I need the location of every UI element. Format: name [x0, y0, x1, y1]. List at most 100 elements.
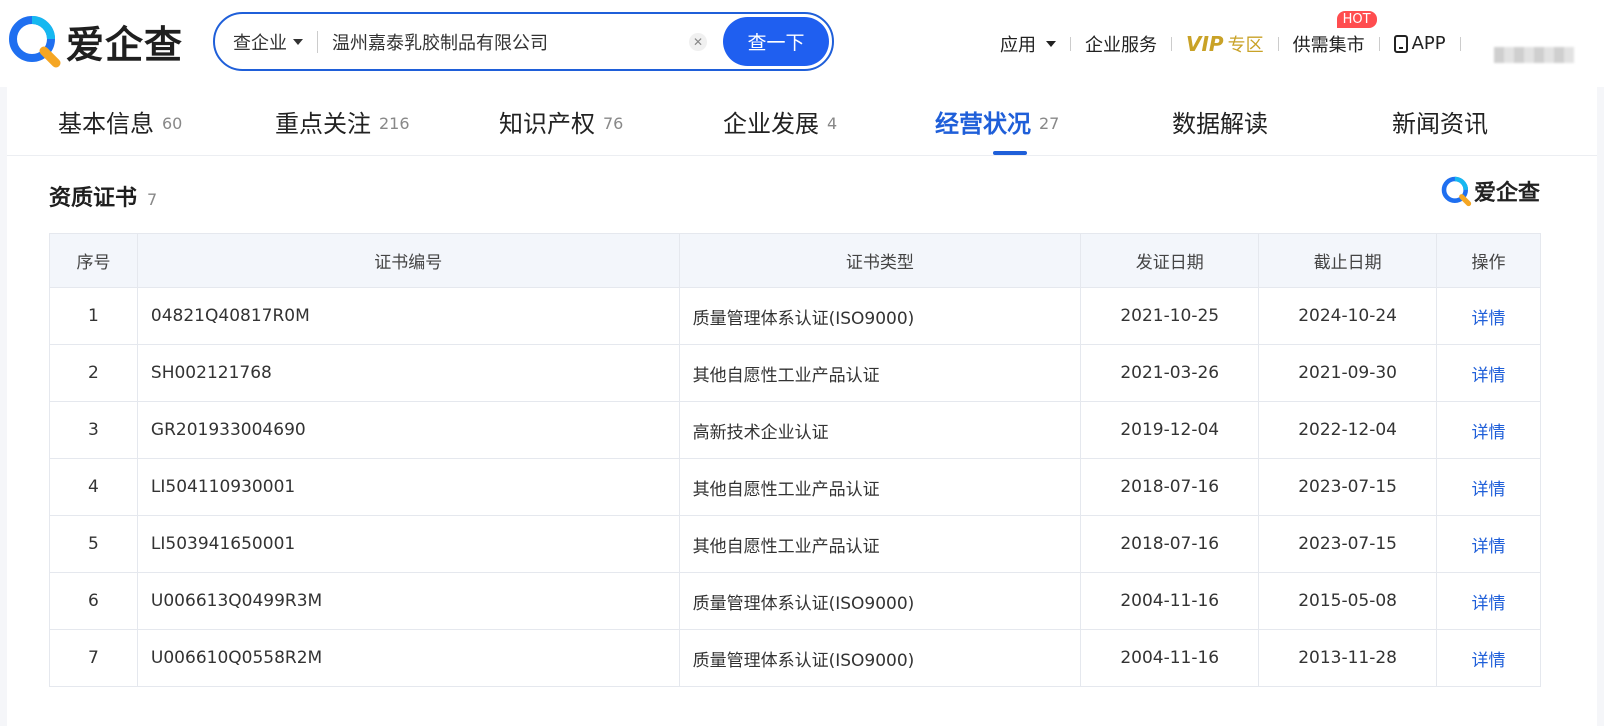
- certificate-number: U006610Q0558R2M: [136, 629, 680, 687]
- tab-operating-status[interactable]: 经营状况 27: [935, 87, 1059, 156]
- column-header: 截止日期: [1258, 233, 1438, 288]
- tab-bar: 基本信息 60 重点关注 216 知识产权 76 企业发展 4 经营状况 27 …: [7, 87, 1597, 156]
- tab-key-focus[interactable]: 重点关注 216: [275, 87, 410, 156]
- row-index: 6: [49, 572, 138, 630]
- column-header: 证书编号: [136, 233, 680, 288]
- phone-icon: [1393, 34, 1408, 53]
- table-row: 5 LI503941650001 其他自愿性工业产品认证 2018-07-16 …: [49, 515, 1541, 573]
- table-row: 2 SH002121768 其他自愿性工业产品认证 2021-03-26 202…: [49, 344, 1541, 402]
- row-action: 详情: [1436, 515, 1541, 573]
- issue-date: 2004-11-16: [1080, 629, 1260, 687]
- nav-supply-label: 供需集市: [1292, 34, 1365, 56]
- row-index: 5: [49, 515, 138, 573]
- search-button[interactable]: 查一下: [723, 17, 829, 66]
- section-title: 资质证书: [49, 186, 138, 211]
- active-tab-indicator: [993, 151, 1027, 155]
- search-type-label: 查企业: [233, 32, 287, 54]
- detail-link[interactable]: 详情: [1472, 651, 1506, 671]
- certificate-number: GR201933004690: [136, 401, 680, 459]
- nav-separator: [1277, 36, 1279, 51]
- top-header: 爱企查 查企业 ✕ 查一下 应用 企业服务 VIP 专区 供需集市 HOT: [0, 0, 1604, 87]
- tab-intellectual-property[interactable]: 知识产权 76: [499, 87, 623, 156]
- clear-icon[interactable]: ✕: [689, 33, 707, 51]
- certificate-type: 其他自愿性工业产品认证: [678, 515, 1082, 573]
- detail-link[interactable]: 详情: [1472, 480, 1506, 500]
- detail-link[interactable]: 详情: [1472, 423, 1506, 443]
- expire-date: 2023-07-15: [1258, 515, 1438, 573]
- table-row: 4 LI504110930001 其他自愿性工业产品认证 2018-07-16 …: [49, 458, 1541, 516]
- certificate-number: LI503941650001: [136, 515, 680, 573]
- expire-date: 2015-05-08: [1258, 572, 1438, 630]
- search-type-dropdown[interactable]: 查企业: [233, 29, 303, 55]
- nav-app-download[interactable]: APP: [1393, 33, 1446, 54]
- tab-news[interactable]: 新闻资讯: [1392, 87, 1488, 156]
- certificate-type: 质量管理体系认证(ISO9000): [678, 629, 1082, 687]
- nav-apps-label: 应用: [1000, 34, 1036, 56]
- row-index: 7: [49, 629, 138, 687]
- tab-count: 60: [162, 114, 183, 133]
- top-nav: 应用 企业服务 VIP 专区 供需集市 HOT APP: [1000, 0, 1475, 87]
- tab-label: 新闻资讯: [1392, 110, 1488, 138]
- nav-separator: [1070, 36, 1071, 51]
- vip-zone-label: 专区: [1227, 34, 1264, 56]
- chevron-down-icon: [1046, 40, 1056, 47]
- search-input[interactable]: [332, 31, 672, 52]
- tab-enterprise-development[interactable]: 企业发展 4: [723, 87, 837, 156]
- section-logo-text: 爱企查: [1474, 181, 1541, 206]
- column-header: 序号: [49, 233, 138, 288]
- certificate-type: 质量管理体系认证(ISO9000): [678, 572, 1082, 630]
- expire-date: 2021-09-30: [1258, 344, 1438, 402]
- logo-text: 爱企查: [66, 22, 184, 67]
- certificate-number: 04821Q40817R0M: [136, 287, 680, 345]
- tab-data-interpretation[interactable]: 数据解读: [1172, 87, 1268, 156]
- issue-date: 2021-03-26: [1080, 344, 1260, 402]
- expire-date: 2024-10-24: [1258, 287, 1438, 345]
- issue-date: 2019-12-04: [1080, 401, 1260, 459]
- certificate-type: 质量管理体系认证(ISO9000): [678, 287, 1082, 345]
- certificate-number: SH002121768: [136, 344, 680, 402]
- detail-link[interactable]: 详情: [1472, 537, 1506, 557]
- user-account-blurred[interactable]: [1494, 47, 1574, 63]
- section-header: 资质证书 7: [49, 180, 157, 212]
- row-action: 详情: [1436, 629, 1541, 687]
- table-header-row: 序号 证书编号 证书类型 发证日期 截止日期 操作: [49, 233, 1541, 288]
- tab-basic-info[interactable]: 基本信息 60: [58, 87, 182, 156]
- nav-apps[interactable]: 应用: [1000, 31, 1056, 57]
- chevron-down-icon: [293, 38, 303, 45]
- row-index: 2: [49, 344, 138, 402]
- row-index: 4: [49, 458, 138, 516]
- row-action: 详情: [1436, 572, 1541, 630]
- site-logo[interactable]: 爱企查: [6, 13, 183, 69]
- tab-label: 重点关注: [275, 110, 371, 138]
- issue-date: 2018-07-16: [1080, 458, 1260, 516]
- nav-separator: [1459, 36, 1461, 51]
- vip-label: VIP: [1186, 31, 1224, 56]
- magnifier-logo-icon: [1441, 176, 1472, 207]
- nav-vip-zone[interactable]: VIP 专区: [1186, 31, 1264, 57]
- certificate-type: 高新技术企业认证: [678, 401, 1082, 459]
- detail-link[interactable]: 详情: [1472, 366, 1506, 386]
- certificate-number: LI504110930001: [136, 458, 680, 516]
- search-bar: 查企业 ✕ 查一下: [213, 12, 834, 71]
- tab-label: 数据解读: [1172, 110, 1268, 138]
- table-row: 7 U006610Q0558R2M 质量管理体系认证(ISO9000) 2004…: [49, 629, 1541, 687]
- column-header: 操作: [1436, 233, 1541, 288]
- detail-link[interactable]: 详情: [1472, 309, 1506, 329]
- issue-date: 2004-11-16: [1080, 572, 1260, 630]
- tab-label: 知识产权: [499, 110, 595, 138]
- issue-date: 2018-07-16: [1080, 515, 1260, 573]
- detail-link[interactable]: 详情: [1472, 594, 1506, 614]
- row-index: 3: [49, 401, 138, 459]
- tab-label: 企业发展: [723, 110, 819, 138]
- tab-count: 216: [379, 114, 410, 133]
- tab-label: 经营状况: [935, 110, 1031, 138]
- section-logo: 爱企查: [1440, 175, 1540, 207]
- table-row: 1 04821Q40817R0M 质量管理体系认证(ISO9000) 2021-…: [49, 287, 1541, 345]
- row-index: 1: [49, 287, 138, 345]
- nav-enterprise-service[interactable]: 企业服务: [1085, 31, 1157, 57]
- nav-separator: [1378, 36, 1380, 51]
- search-divider: [317, 30, 318, 53]
- column-header: 证书类型: [678, 233, 1082, 288]
- row-action: 详情: [1436, 344, 1541, 402]
- nav-supply-market[interactable]: 供需集市 HOT: [1292, 10, 1377, 57]
